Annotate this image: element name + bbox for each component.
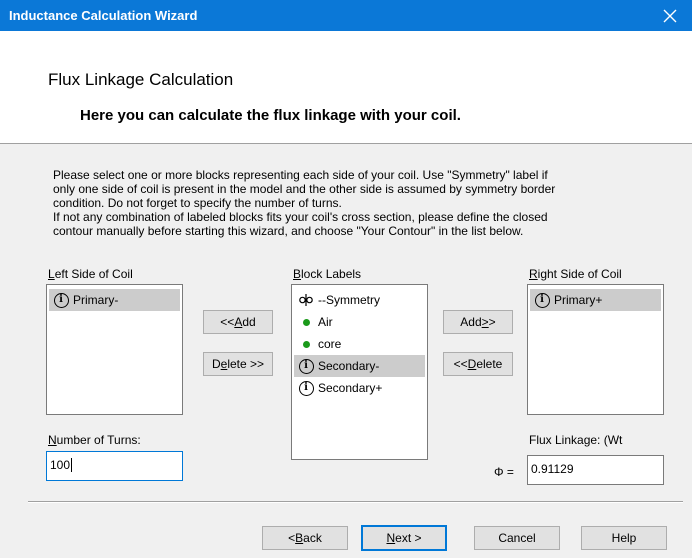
right-side-listbox[interactable]: i Primary+ bbox=[527, 284, 664, 415]
description-line: only one side of coil is present in the … bbox=[53, 182, 556, 196]
left-side-listbox[interactable]: i Primary- bbox=[46, 284, 183, 415]
right-side-label: Right Side of Coil bbox=[529, 267, 622, 281]
wizard-body: Please select one or more blocks represe… bbox=[0, 143, 692, 558]
delete-left-button[interactable]: << Delete bbox=[443, 352, 513, 376]
left-side-label: Left Side of Coil bbox=[48, 267, 133, 281]
page-title: Flux Linkage Calculation bbox=[48, 70, 234, 89]
info-icon: i bbox=[298, 380, 314, 396]
block-labels-listbox[interactable]: --Symmetry Air core i Secondary- i Secon… bbox=[291, 284, 428, 460]
symmetry-icon bbox=[298, 292, 314, 308]
list-item-secondary-minus[interactable]: i Secondary- bbox=[294, 355, 425, 377]
back-button[interactable]: < Back bbox=[262, 526, 348, 550]
green-dot-icon bbox=[298, 336, 314, 352]
turns-label: Number of Turns: bbox=[48, 433, 141, 447]
info-icon: i bbox=[534, 292, 550, 308]
list-item-secondary-plus[interactable]: i Secondary+ bbox=[294, 377, 425, 399]
block-labels-label: Block Labels bbox=[293, 267, 362, 281]
help-button[interactable]: Help bbox=[581, 526, 667, 550]
description-line: If not any combination of labeled blocks… bbox=[53, 210, 548, 224]
separator bbox=[28, 501, 683, 503]
list-item-air[interactable]: Air bbox=[294, 311, 425, 333]
window-title: Inductance Calculation Wizard bbox=[9, 8, 198, 23]
list-item-primary-minus[interactable]: i Primary- bbox=[49, 289, 180, 311]
description-line: condition. Do not forget to specify the … bbox=[53, 196, 342, 210]
next-button[interactable]: Next > bbox=[361, 525, 447, 551]
list-item-symmetry[interactable]: --Symmetry bbox=[294, 289, 425, 311]
add-right-button[interactable]: Add > > bbox=[443, 310, 513, 334]
info-icon: i bbox=[298, 358, 314, 374]
delete-right-button[interactable]: De lete >> bbox=[203, 352, 273, 376]
flux-linkage-value[interactable]: 0.91129 bbox=[527, 455, 664, 485]
cancel-button[interactable]: Cancel bbox=[474, 526, 560, 550]
green-dot-icon bbox=[298, 314, 314, 330]
info-icon: i bbox=[53, 292, 69, 308]
description-line: contour manually before starting this wi… bbox=[53, 224, 524, 238]
description-line: Please select one or more blocks represe… bbox=[53, 168, 548, 182]
close-icon[interactable] bbox=[648, 0, 692, 31]
page-subtitle: Here you can calculate the flux linkage … bbox=[80, 107, 461, 124]
list-item-primary-plus[interactable]: i Primary+ bbox=[530, 289, 661, 311]
turns-input[interactable]: 100 bbox=[46, 451, 183, 481]
phi-symbol: Φ = bbox=[494, 465, 514, 479]
list-item-core[interactable]: core bbox=[294, 333, 425, 355]
add-left-button[interactable]: << Add bbox=[203, 310, 273, 334]
wizard-header: Flux Linkage Calculation Here you can ca… bbox=[0, 31, 692, 143]
title-bar: Inductance Calculation Wizard bbox=[0, 0, 692, 31]
flux-linkage-label: Flux Linkage: (Wt bbox=[529, 433, 623, 447]
